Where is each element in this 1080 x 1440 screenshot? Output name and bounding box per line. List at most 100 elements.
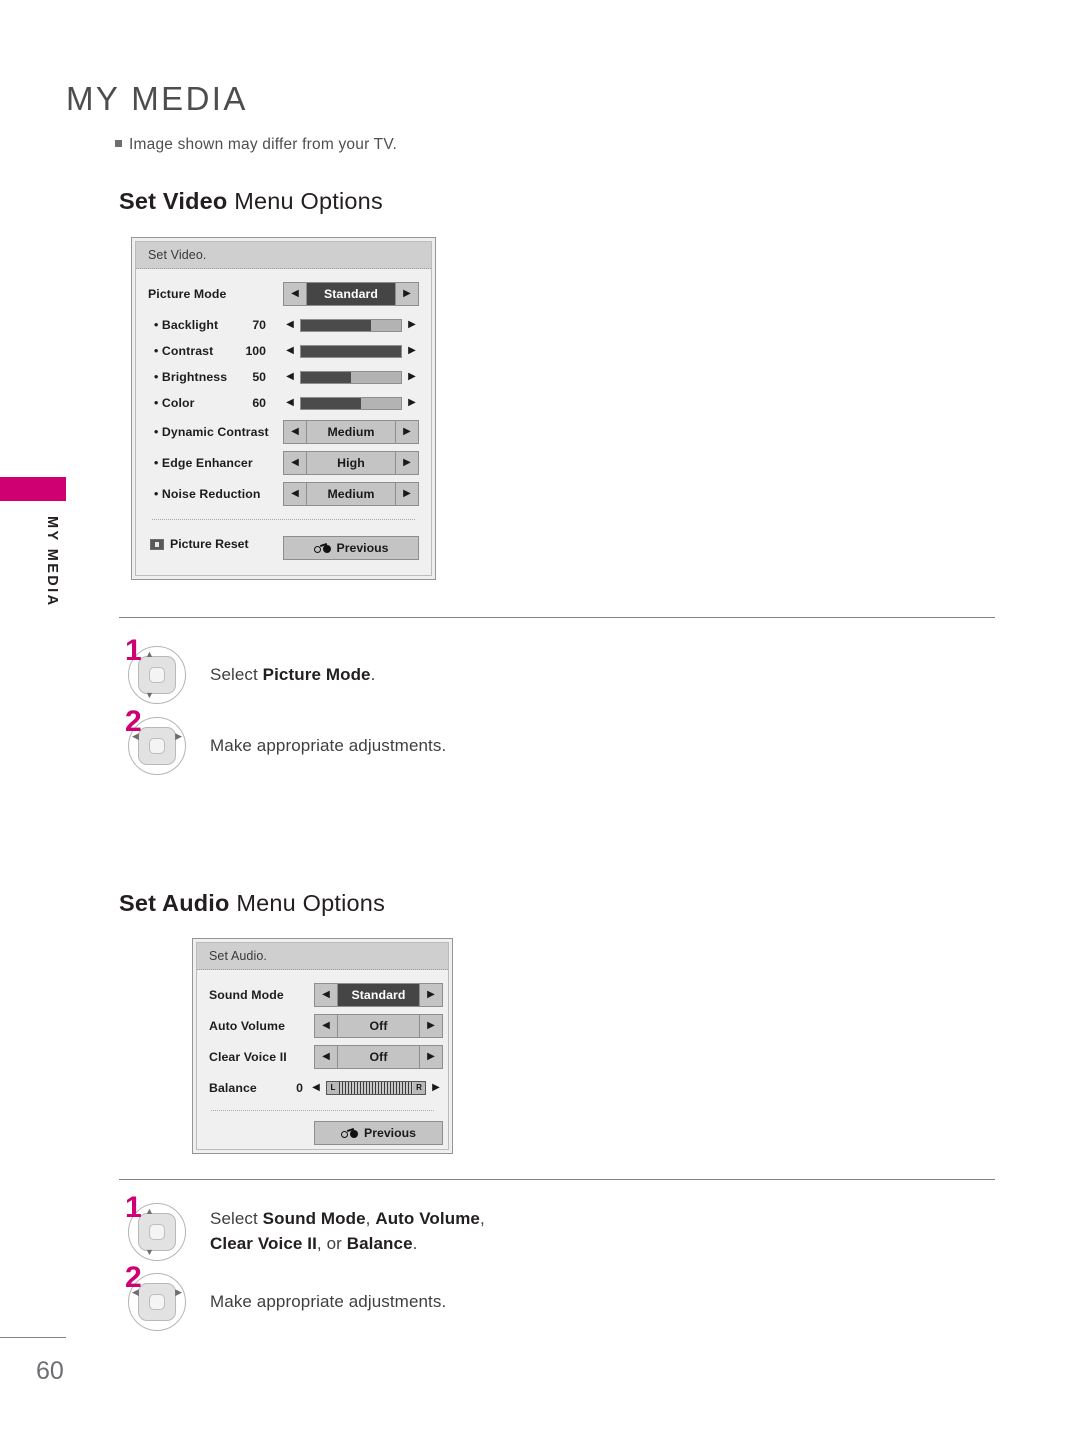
set-audio-osd-title: Set Audio.: [209, 949, 267, 963]
slider-left-arrow-icon[interactable]: ◀: [283, 320, 297, 330]
selector-value-picture-mode: Standard: [307, 283, 395, 305]
selector-right-arrow-icon[interactable]: ▶: [419, 984, 442, 1006]
previous-button-label: Previous: [364, 1126, 416, 1140]
step-text-mid-2: , or: [316, 1234, 347, 1253]
row-label-backlight: • Backlight: [154, 318, 219, 332]
selector-value-clear-voice: Off: [338, 1046, 419, 1068]
selector-right-arrow-icon[interactable]: ▶: [395, 283, 418, 305]
selector-value-dynamic-contrast: Medium: [307, 421, 395, 443]
slider-track-contrast[interactable]: [300, 344, 402, 358]
set-video-osd-inner: Set Video. Picture Mode ◀ Standard ▶ • B…: [135, 241, 432, 576]
step-text-bold-3: Clear Voice II: [210, 1234, 317, 1253]
slider-right-arrow-icon[interactable]: ▶: [429, 1083, 443, 1093]
row-edge-enhancer: • Edge Enhancer ◀ High ▶: [136, 451, 431, 475]
slider-balance[interactable]: ◀ L R ▶: [309, 1076, 443, 1100]
back-arrow-icon: [341, 1127, 359, 1139]
page-note: Image shown may differ from your TV.: [115, 136, 397, 154]
slider-right-arrow-icon[interactable]: ▶: [405, 346, 419, 356]
selector-right-arrow-icon[interactable]: ▶: [395, 421, 418, 443]
selector-auto-volume[interactable]: ◀ Off ▶: [314, 1014, 443, 1038]
step-number-2-video: 2: [125, 705, 142, 738]
previous-button-audio[interactable]: Previous: [314, 1121, 443, 1145]
row-value-brightness: 50: [252, 370, 266, 384]
slider-brightness[interactable]: ◀ ▶: [283, 365, 419, 389]
row-color: • Color 60 ◀ ▶: [136, 391, 431, 415]
divider-rule-audio: [119, 1179, 995, 1180]
section-heading-set-audio: Set Audio Menu Options: [119, 890, 385, 917]
row-label-auto-volume: Auto Volume: [209, 1019, 286, 1033]
row-label-color: • Color: [154, 396, 195, 410]
previous-button-video[interactable]: Previous: [283, 536, 419, 560]
step-text-suffix: .: [370, 665, 376, 684]
previous-button-label: Previous: [336, 541, 389, 555]
slider-backlight[interactable]: ◀ ▶: [283, 313, 419, 337]
selector-clear-voice[interactable]: ◀ Off ▶: [314, 1045, 443, 1069]
slider-fill-contrast: [301, 345, 401, 357]
set-video-osd-header: Set Video.: [136, 242, 431, 269]
picture-reset-item[interactable]: Picture Reset: [150, 537, 249, 551]
slider-track-backlight[interactable]: [300, 318, 402, 332]
selector-left-arrow-icon[interactable]: ◀: [315, 984, 338, 1006]
chapter-tab-marker: [0, 477, 66, 501]
set-video-osd-title: Set Video.: [148, 248, 207, 262]
step-text-1-video: Select Picture Mode.: [210, 662, 375, 687]
slider-color[interactable]: ◀ ▶: [283, 391, 419, 415]
step-text-prefix: Select: [210, 1209, 263, 1228]
slider-left-arrow-icon[interactable]: ◀: [283, 346, 297, 356]
chapter-vertical-label: MY MEDIA: [44, 516, 60, 608]
selector-left-arrow-icon[interactable]: ◀: [284, 483, 307, 505]
row-brightness: • Brightness 50 ◀ ▶: [136, 365, 431, 389]
chevron-right-icon: ▶: [175, 731, 182, 741]
set-video-osd-panel: Set Video. Picture Mode ◀ Standard ▶ • B…: [131, 237, 436, 580]
balance-track[interactable]: L R: [326, 1081, 426, 1095]
selector-right-arrow-icon[interactable]: ▶: [419, 1046, 442, 1068]
row-value-balance: 0: [296, 1081, 303, 1095]
slider-right-arrow-icon[interactable]: ▶: [405, 372, 419, 382]
row-sound-mode: Sound Mode ◀ Standard ▶: [197, 983, 448, 1007]
row-auto-volume: Auto Volume ◀ Off ▶: [197, 1014, 448, 1038]
slider-left-arrow-icon[interactable]: ◀: [283, 398, 297, 408]
section-heading-light: Menu Options: [229, 890, 386, 916]
slider-right-arrow-icon[interactable]: ▶: [405, 320, 419, 330]
slider-left-arrow-icon[interactable]: ◀: [283, 372, 297, 382]
section-heading-bold: Set Audio: [119, 890, 230, 916]
selector-right-arrow-icon[interactable]: ▶: [395, 452, 418, 474]
row-clear-voice: Clear Voice II ◀ Off ▶: [197, 1045, 448, 1069]
chevron-up-icon: ▲: [145, 1206, 154, 1216]
footer-rule: [0, 1337, 66, 1338]
row-label-brightness: • Brightness: [154, 370, 228, 384]
selector-left-arrow-icon[interactable]: ◀: [315, 1015, 338, 1037]
selector-value-noise-reduction: Medium: [307, 483, 395, 505]
slider-right-arrow-icon[interactable]: ▶: [405, 398, 419, 408]
row-label-edge-enhancer: • Edge Enhancer: [154, 456, 253, 470]
selector-left-arrow-icon[interactable]: ◀: [284, 421, 307, 443]
selector-sound-mode[interactable]: ◀ Standard ▶: [314, 983, 443, 1007]
row-value-backlight: 70: [252, 318, 266, 332]
selector-picture-mode[interactable]: ◀ Standard ▶: [283, 282, 419, 306]
selector-right-arrow-icon[interactable]: ▶: [395, 483, 418, 505]
back-arrow-icon: [313, 542, 331, 554]
selector-dynamic-contrast[interactable]: ◀ Medium ▶: [283, 420, 419, 444]
selector-left-arrow-icon[interactable]: ◀: [284, 283, 307, 305]
slider-fill-brightness: [301, 371, 351, 383]
balance-left-cap-label: L: [327, 1082, 339, 1094]
row-label-dynamic-contrast: • Dynamic Contrast: [154, 425, 269, 439]
selector-left-arrow-icon[interactable]: ◀: [284, 452, 307, 474]
selector-value-auto-volume: Off: [338, 1015, 419, 1037]
selector-noise-reduction[interactable]: ◀ Medium ▶: [283, 482, 419, 506]
balance-right-cap-label: R: [413, 1082, 425, 1094]
step-number-1-video: 1: [125, 634, 142, 667]
slider-left-arrow-icon[interactable]: ◀: [309, 1083, 323, 1093]
slider-track-brightness[interactable]: [300, 370, 402, 384]
slider-fill-color: [301, 397, 361, 409]
slider-contrast[interactable]: ◀ ▶: [283, 339, 419, 363]
step-text-1-audio: Select Sound Mode, Auto Volume, Clear Vo…: [210, 1206, 485, 1256]
page-note-text: Image shown may differ from your TV.: [129, 136, 397, 153]
reset-button-glyph-icon: [150, 538, 164, 550]
selector-right-arrow-icon[interactable]: ▶: [419, 1015, 442, 1037]
step-text-2-audio: Make appropriate adjustments.: [210, 1292, 447, 1311]
selector-edge-enhancer[interactable]: ◀ High ▶: [283, 451, 419, 475]
slider-track-color[interactable]: [300, 396, 402, 410]
selector-left-arrow-icon[interactable]: ◀: [315, 1046, 338, 1068]
step-text-bold-2: Auto Volume: [375, 1209, 480, 1228]
